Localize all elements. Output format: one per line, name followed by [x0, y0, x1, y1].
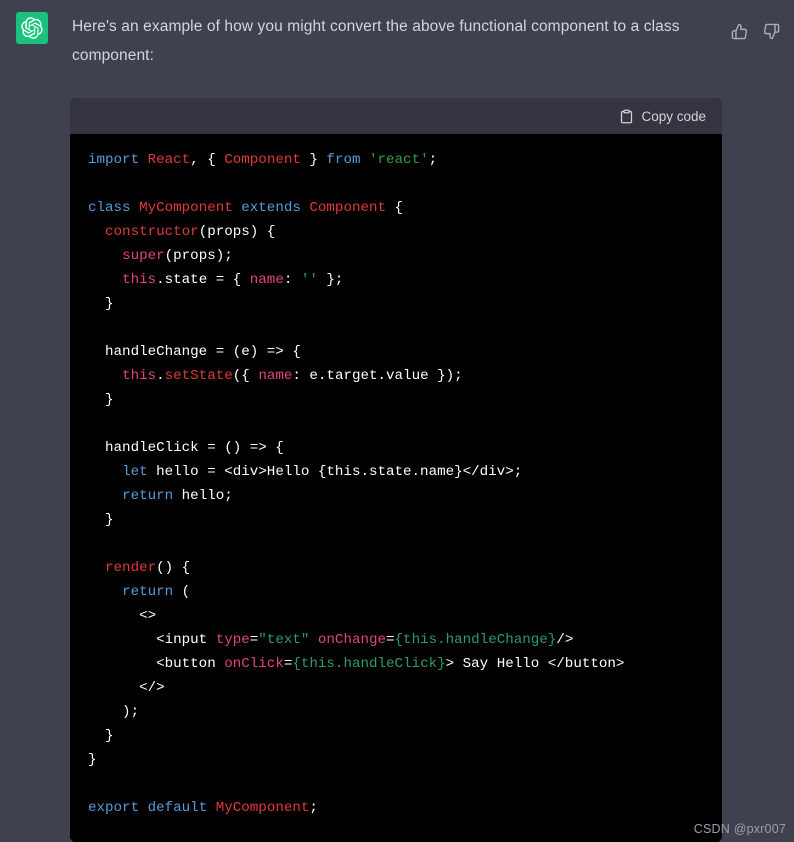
code-token: this [122, 368, 157, 384]
code-token: return [122, 584, 174, 600]
message-text: Here's an example of how you might conve… [72, 18, 680, 64]
code-token: hello = <div>Hello {this.state.name}</di… [147, 464, 523, 480]
code-token: export [88, 800, 148, 816]
code-token: hello; [173, 488, 233, 504]
code-token: render [105, 560, 157, 576]
code-token: .state = { [156, 272, 250, 288]
code-token: class [88, 200, 140, 216]
code-block-body: import React, { Component } from 'react'… [70, 134, 722, 842]
chatgpt-logo-icon [21, 17, 43, 39]
code-token: ; [309, 800, 318, 816]
code-content[interactable]: import React, { Component } from 'react'… [70, 148, 722, 820]
code-token: name [258, 368, 293, 384]
code-token: } [88, 728, 114, 744]
thumbs-down-button[interactable] [760, 20, 782, 42]
code-token: this [122, 272, 157, 288]
code-token: Component [309, 200, 387, 216]
code-token: onClick [224, 656, 284, 672]
code-token: '' [300, 272, 318, 288]
message-actions [728, 12, 794, 42]
thumbs-down-icon [763, 23, 780, 40]
code-token: handleChange = (e) => { [88, 344, 301, 360]
code-token: . [156, 368, 165, 384]
code-token: onChange [317, 632, 387, 648]
code-token: import [88, 152, 148, 168]
code-token: from [326, 152, 369, 168]
assistant-avatar [16, 12, 48, 44]
thumbs-up-button[interactable] [728, 20, 750, 42]
code-token: default [147, 800, 216, 816]
code-token: <button [88, 656, 225, 672]
code-token: }; [317, 272, 344, 288]
code-token: extends [241, 200, 310, 216]
chat-message-page: Here's an example of how you might conve… [0, 0, 794, 842]
code-token: : [283, 272, 301, 288]
watermark: CSDN @pxr007 [693, 822, 786, 836]
code-token: {this.handleChange} [394, 632, 557, 648]
code-token: constructor [105, 224, 199, 240]
code-token: let [122, 464, 148, 480]
code-token: /> [556, 632, 574, 648]
code-token: = [386, 632, 395, 648]
code-token: } [88, 296, 114, 312]
code-token: () { [156, 560, 191, 576]
code-token: handleClick = () => { [88, 440, 284, 456]
code-token: 'react' [369, 152, 429, 168]
code-token: React [147, 152, 191, 168]
code-token: setState [164, 368, 233, 384]
code-token: </> [88, 680, 165, 696]
code-token: } [88, 752, 97, 768]
code-token: "text" [258, 632, 310, 648]
code-token: ( [173, 584, 191, 600]
code-token: ({ [232, 368, 259, 384]
code-token: > Say Hello </button> [445, 656, 625, 672]
assistant-message-row: Here's an example of how you might conve… [0, 0, 794, 70]
code-block: Copy code import React, { Component } fr… [70, 98, 722, 842]
code-block-header: Copy code [70, 98, 722, 134]
code-token: Component [224, 152, 301, 168]
code-token: } [300, 152, 327, 168]
code-token: (props) { [198, 224, 276, 240]
thumbs-up-icon [731, 23, 748, 40]
code-token: type [215, 632, 250, 648]
message-body: Here's an example of how you might conve… [48, 12, 728, 70]
code-token: <> [88, 608, 157, 624]
copy-code-button[interactable]: Copy code [619, 109, 706, 124]
code-token: return [122, 488, 174, 504]
clipboard-icon [619, 109, 634, 124]
code-token: <input [88, 632, 216, 648]
code-token: MyComponent [215, 800, 310, 816]
code-token: {this.handleClick} [292, 656, 446, 672]
code-token: } [88, 512, 114, 528]
code-token: } [88, 392, 114, 408]
code-token: MyComponent [139, 200, 242, 216]
code-token: (props); [164, 248, 233, 264]
code-token: ; [428, 152, 438, 168]
code-token: super [122, 248, 165, 264]
code-token: name [249, 272, 284, 288]
code-token: ); [88, 704, 140, 720]
code-token: : e.target.value }); [292, 368, 463, 384]
copy-code-label: Copy code [641, 108, 706, 124]
code-token: { [386, 200, 404, 216]
code-token: , { [190, 152, 225, 168]
